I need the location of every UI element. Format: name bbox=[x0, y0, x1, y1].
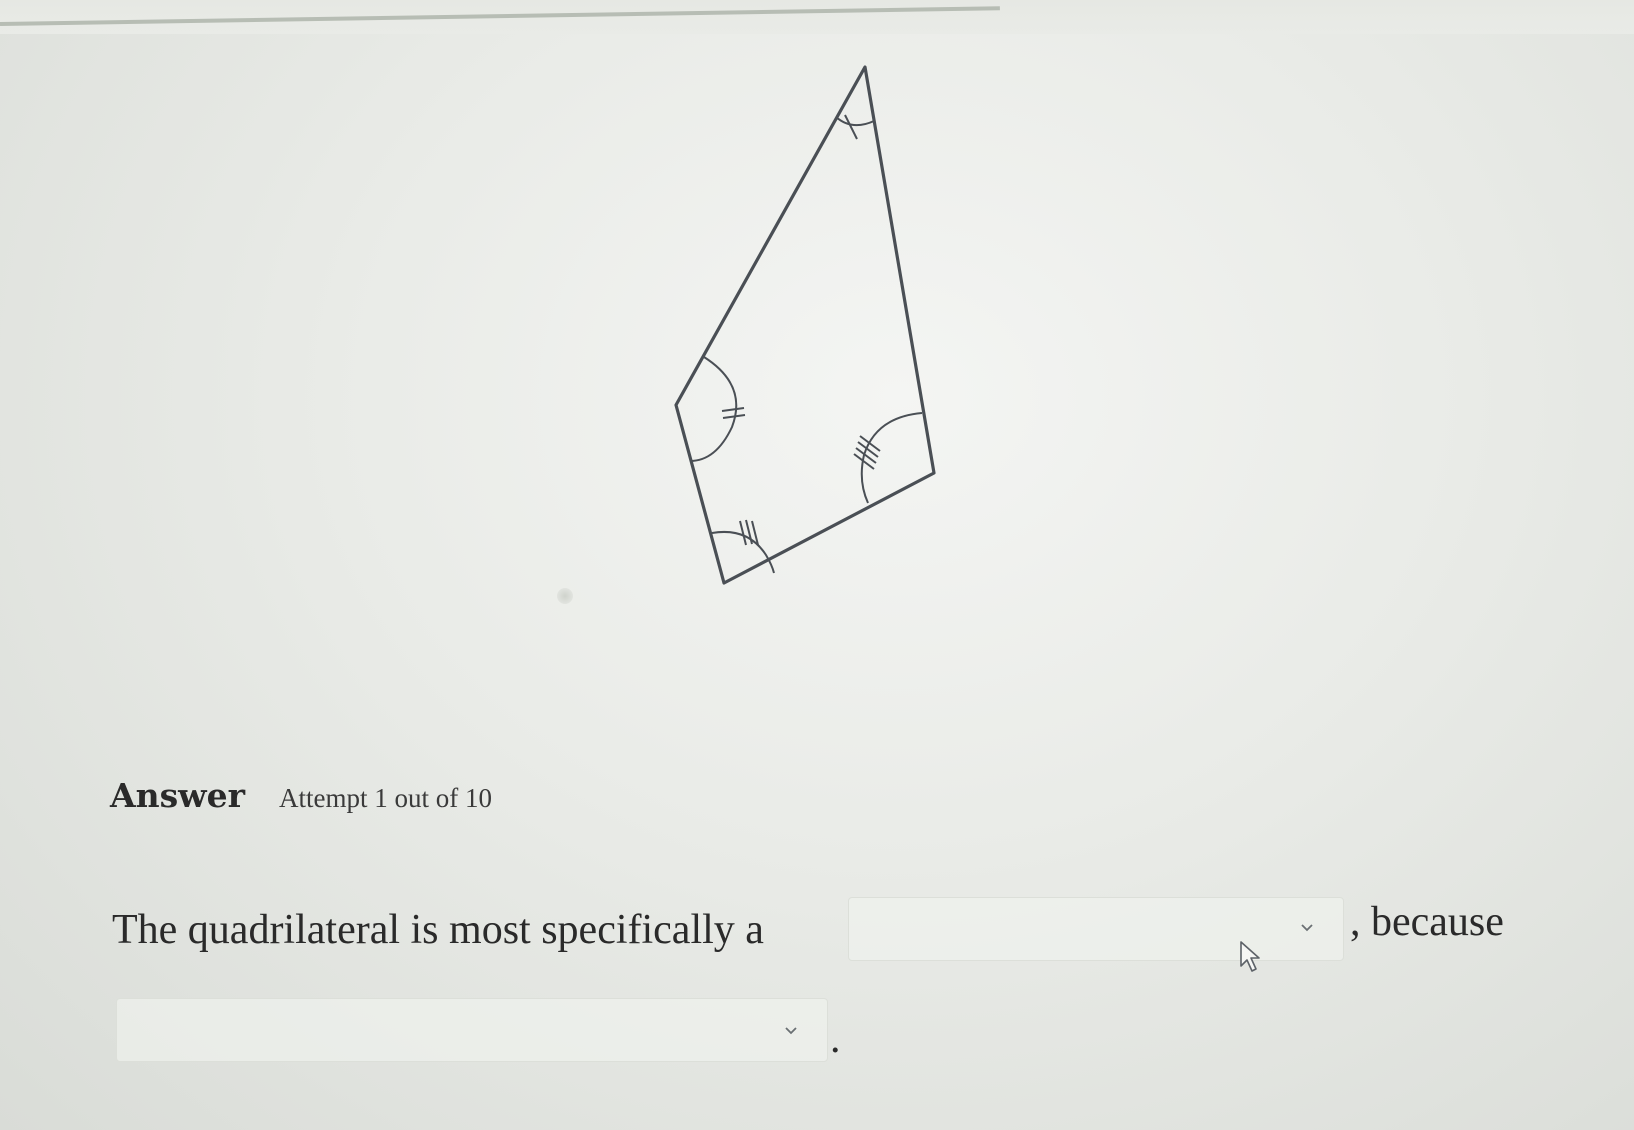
angle-tick-top-1 bbox=[844, 114, 858, 140]
top-strip bbox=[0, 0, 1634, 34]
answer-heading: Answer bbox=[110, 776, 245, 815]
question-middle: , because bbox=[1350, 899, 1504, 945]
question-prefix: The quadrilateral is most specifically a bbox=[112, 907, 764, 953]
mouse-cursor-icon bbox=[1240, 941, 1260, 972]
angle-tick-right-1 bbox=[859, 435, 881, 452]
question-end: . bbox=[830, 1016, 841, 1062]
answer-header: Answer Attempt 1 out of 10 bbox=[110, 776, 492, 815]
shape-type-dropdown[interactable] bbox=[848, 897, 1344, 961]
chevron-down-icon bbox=[1301, 924, 1313, 932]
angle-arc-bottom bbox=[711, 531, 775, 574]
stray-mark bbox=[557, 588, 573, 604]
attempt-counter: Attempt 1 out of 10 bbox=[278, 783, 492, 813]
quadrilateral-outline bbox=[674, 65, 936, 585]
quadrilateral-svg bbox=[674, 65, 936, 585]
angle-tick-bottom-1 bbox=[739, 520, 747, 546]
quadrilateral-figure bbox=[640, 55, 940, 595]
angle-arc-top bbox=[835, 116, 875, 127]
reason-dropdown[interactable] bbox=[116, 998, 828, 1062]
chevron-down-icon bbox=[785, 1027, 797, 1035]
angle-tick-bottom-2 bbox=[745, 519, 753, 545]
angle-tick-left-1 bbox=[721, 407, 745, 412]
